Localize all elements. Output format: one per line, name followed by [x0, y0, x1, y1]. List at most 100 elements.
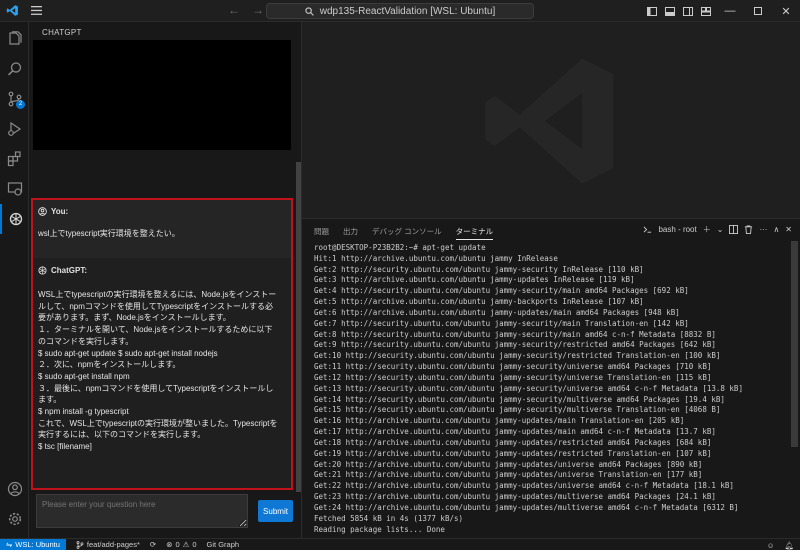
terminal-line: Get:16 http://archive.ubuntu.com/ubuntu …	[314, 416, 685, 426]
toggle-sidebar-icon[interactable]	[644, 0, 660, 22]
terminal-line: Get:7 http://security.ubuntu.com/ubuntu …	[314, 318, 689, 328]
git-branch-icon	[76, 540, 84, 549]
toggle-panel-icon[interactable]	[662, 0, 678, 22]
notifications-bell-icon[interactable]: 🔔︎	[784, 541, 794, 550]
forward-arrow-icon[interactable]: →	[252, 3, 264, 17]
sidebar-scrollbar[interactable]	[296, 162, 301, 492]
panel-tabs: 問題 出力 デバッグ コンソール ターミナル	[314, 226, 494, 240]
customize-layout-icon[interactable]	[698, 0, 714, 22]
maximize-button[interactable]	[744, 0, 772, 22]
tab-debug-console[interactable]: デバッグ コンソール	[372, 226, 442, 240]
terminal-line: Get:9 http://security.ubuntu.com/ubuntu …	[314, 340, 716, 350]
user-icon	[38, 207, 47, 216]
source-control-icon[interactable]: 2	[0, 84, 29, 114]
terminal-line: Get:4 http://security.ubuntu.com/ubuntu …	[314, 286, 689, 296]
assistant-message-text: WSL上でtypescriptの実行環境を整えるには、Node.jsをインストー…	[38, 289, 288, 453]
status-bar: ⇋ WSL: Ubuntu feat/add-pages* ⟳ ⊗ 0 ⚠ 0 …	[0, 538, 800, 550]
more-actions-icon[interactable]: ···	[759, 225, 767, 234]
tab-terminal[interactable]: ターミナル	[455, 226, 494, 240]
scm-badge: 2	[16, 100, 25, 109]
terminal-line: Get:24 http://archive.ubuntu.com/ubuntu …	[314, 502, 739, 512]
user-label: You:	[51, 207, 69, 216]
problems-indicator[interactable]: ⊗ 0 ⚠ 0	[166, 540, 196, 549]
terminal-line: Get:14 http://security.ubuntu.com/ubuntu…	[314, 394, 725, 404]
title-bar: ← → wdp135-ReactValidation [WSL: Ubuntu]…	[0, 0, 800, 22]
manage-gear-icon[interactable]	[0, 504, 29, 534]
remote-icon: ⇋	[6, 540, 13, 549]
warning-icon: ⚠	[182, 540, 190, 549]
user-message-header: You:	[38, 207, 68, 216]
toggle-secondary-sidebar-icon[interactable]	[680, 0, 696, 22]
command-center-search[interactable]: wdp135-ReactValidation [WSL: Ubuntu]	[266, 3, 534, 19]
question-input[interactable]	[36, 494, 248, 528]
terminal-panel: 問題 出力 デバッグ コンソール ターミナル bash - root ＋ ⌄ ·…	[302, 218, 800, 538]
window-title: wdp135-ReactValidation [WSL: Ubuntu]	[319, 5, 496, 17]
chatgpt-icon[interactable]	[0, 204, 29, 234]
user-message: You: wsl上でtypescript実行環境を整えたい。	[33, 200, 291, 258]
explorer-icon[interactable]	[0, 24, 29, 54]
terminal-line: Get:8 http://security.ubuntu.com/ubuntu …	[314, 329, 716, 339]
search-icon[interactable]	[0, 54, 29, 84]
menu-icon[interactable]	[24, 0, 48, 22]
submit-button[interactable]: Submit	[258, 500, 293, 522]
terminal-line: Get:23 http://archive.ubuntu.com/ubuntu …	[314, 492, 716, 502]
new-terminal-icon[interactable]: ＋	[703, 224, 711, 235]
terminal-line: Reading package lists... Done	[314, 524, 445, 534]
split-terminal-icon[interactable]	[729, 225, 739, 234]
extensions-icon[interactable]	[0, 144, 29, 174]
remote-indicator[interactable]: ⇋ WSL: Ubuntu	[0, 538, 66, 550]
account-icon[interactable]	[0, 474, 29, 504]
terminal-line: Get:18 http://archive.ubuntu.com/ubuntu …	[314, 437, 712, 447]
terminal-line: Get:19 http://archive.ubuntu.com/ubuntu …	[314, 448, 712, 458]
sync-icon[interactable]: ⟳	[150, 540, 156, 549]
terminal-line: Get:12 http://security.ubuntu.com/ubuntu…	[314, 372, 712, 382]
terminal-line: Get:6 http://archive.ubuntu.com/ubuntu j…	[314, 307, 680, 317]
feedback-icon[interactable]: ☺	[767, 541, 775, 550]
search-icon	[305, 6, 314, 16]
terminal-output[interactable]: root@DESKTOP-P23B2B2:~# apt-get update H…	[314, 243, 784, 535]
git-graph-button[interactable]: Git Graph	[207, 540, 240, 549]
assistant-line: ２．次に、npmをインストールします。	[38, 360, 181, 370]
tab-output[interactable]: 出力	[343, 226, 358, 240]
assistant-message-header: ChatGPT:	[38, 266, 87, 275]
terminal-line: Get:13 http://security.ubuntu.com/ubuntu…	[314, 383, 743, 393]
close-window-button[interactable]: ✕	[772, 0, 800, 22]
terminal-line: Get:5 http://archive.ubuntu.com/ubuntu j…	[314, 297, 644, 307]
terminal-line: Get:17 http://archive.ubuntu.com/ubuntu …	[314, 427, 716, 437]
assistant-line: ３．最後に、npmコマンドを使用してTypescriptをインストールし	[38, 383, 274, 393]
chevron-down-icon[interactable]: ⌄	[717, 225, 724, 234]
assistant-line: のコマンドを実行します。	[38, 336, 134, 346]
terminal-line: Get:21 http://archive.ubuntu.com/ubuntu …	[314, 470, 703, 480]
maximize-panel-icon[interactable]: ∧	[773, 225, 779, 234]
webview-area	[33, 40, 291, 150]
terminal-line: Get:22 http://archive.ubuntu.com/ubuntu …	[314, 481, 734, 491]
assistant-label: ChatGPT:	[51, 266, 87, 275]
branch-name: feat/add-pages*	[86, 540, 140, 549]
assistant-line: 実行するには、以下のコマンドを実行します。	[38, 430, 206, 440]
run-debug-icon[interactable]	[0, 114, 29, 144]
terminal-line: Get:3 http://archive.ubuntu.com/ubuntu j…	[314, 275, 635, 285]
back-arrow-icon[interactable]: ←	[228, 3, 240, 17]
assistant-line: 要があります。まず、Node.jsをインストールします。	[38, 313, 231, 323]
branch-indicator[interactable]: feat/add-pages*	[76, 540, 140, 549]
assistant-line: $ sudo apt-get update $ sudo apt-get ins…	[38, 348, 218, 358]
chatgpt-logo-icon	[38, 266, 47, 275]
tab-problems[interactable]: 問題	[314, 226, 329, 240]
terminal-line: Hit:1 http://archive.ubuntu.com/ubuntu j…	[314, 253, 558, 263]
terminal-line: Get:11 http://security.ubuntu.com/ubuntu…	[314, 362, 712, 372]
trash-icon[interactable]	[744, 225, 753, 234]
close-panel-icon[interactable]: ✕	[785, 225, 792, 234]
error-count: 0	[175, 540, 180, 549]
assistant-line: これで、WSL上でtypescriptの実行環境が整いました。Typescrip…	[38, 418, 278, 428]
terminal-scrollbar[interactable]	[791, 241, 798, 447]
terminal-line: Get:20 http://archive.ubuntu.com/ubuntu …	[314, 459, 703, 469]
panel-actions: bash - root ＋ ⌄ ··· ∧ ✕	[643, 224, 792, 235]
minimize-button[interactable]: —	[716, 0, 744, 22]
assistant-line: ルして、npmコマンドを使用してTypescriptをインストールする必	[38, 301, 273, 311]
error-icon: ⊗	[166, 540, 173, 549]
terminal-icon	[644, 226, 652, 233]
terminal-name[interactable]: bash - root	[658, 225, 696, 234]
remote-explorer-icon[interactable]	[0, 174, 29, 204]
editor-area	[302, 22, 800, 218]
assistant-line: WSL上でtypescriptの実行環境を整えるには、Node.jsをインストー	[38, 290, 277, 299]
